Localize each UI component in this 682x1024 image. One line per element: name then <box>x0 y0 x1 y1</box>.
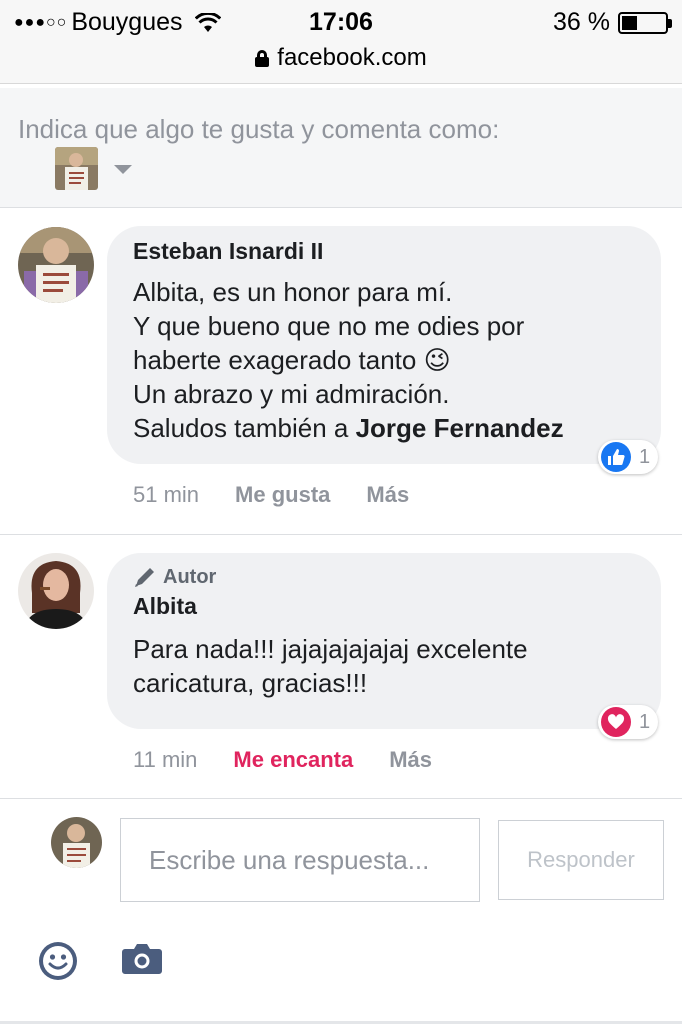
comment-line: Saludos también a Jorge Fernandez <box>133 413 564 443</box>
comment-body: Para nada!!! jajajajajajaj excelente car… <box>133 632 635 700</box>
chevron-down-icon[interactable] <box>114 165 132 174</box>
reaction-count[interactable]: 1 <box>598 705 659 739</box>
avatar[interactable] <box>18 553 94 629</box>
heart-icon <box>601 707 631 737</box>
comment-time[interactable]: 51 min <box>133 482 199 508</box>
author-badge-label: Autor <box>163 565 217 588</box>
like-as-header: Indica que algo te gusta y comenta como: <box>0 88 682 208</box>
reply-button[interactable]: Responder <box>498 820 664 900</box>
reaction-number: 1 <box>639 445 651 468</box>
status-bar: ●●●○○ Bouygues 17:06 36 % facebook.com <box>0 0 682 84</box>
comment-author[interactable]: Esteban Isnardi II <box>133 238 635 265</box>
comment-bubble: Autor Albita Para nada!!! jajajajajajaj … <box>107 553 661 729</box>
composer-avatar <box>51 817 102 868</box>
emoji-icon[interactable] <box>37 940 79 982</box>
battery-area: 36 % <box>553 8 672 37</box>
camera-icon[interactable] <box>122 942 162 974</box>
lock-icon <box>255 49 270 67</box>
comment-line: Para nada!!! jajajajajajaj excelente <box>133 634 528 664</box>
comment-body: Albita, es un honor para mí. Y que bueno… <box>133 275 635 445</box>
divider <box>0 534 682 535</box>
comment-author[interactable]: Albita <box>133 593 635 620</box>
avatar[interactable] <box>18 227 94 303</box>
comment-line: haberte exagerado tanto 😉 <box>133 345 451 375</box>
reaction-count[interactable]: 1 <box>598 440 659 474</box>
love-button[interactable]: Me encanta <box>233 747 353 773</box>
mention-link[interactable]: Jorge Fernandez <box>356 413 564 443</box>
url-bar[interactable]: facebook.com <box>0 44 682 72</box>
comment-line: Albita, es un honor para mí. <box>133 277 453 307</box>
current-user-avatar[interactable] <box>55 147 98 190</box>
more-button[interactable]: Más <box>389 747 432 773</box>
comment-bubble: Esteban Isnardi II Albita, es un honor p… <box>107 226 661 464</box>
like-button[interactable]: Me gusta <box>235 482 330 508</box>
like-as-text: Indica que algo te gusta y comenta como: <box>18 114 500 144</box>
pencil-icon <box>135 568 154 587</box>
comment-line: Y que bueno que no me odies por <box>133 311 525 341</box>
comment-actions: 51 min Me gusta Más <box>133 482 409 508</box>
divider <box>0 798 682 799</box>
more-button[interactable]: Más <box>366 482 409 508</box>
battery-icon <box>618 11 672 34</box>
comment-time[interactable]: 11 min <box>133 747 197 773</box>
like-icon <box>601 442 631 472</box>
wink-emoji: 😉 <box>423 345 451 375</box>
reply-input[interactable] <box>120 818 480 902</box>
url-domain: facebook.com <box>277 44 427 71</box>
comment-line: Un abrazo y mi admiración. <box>133 379 450 409</box>
comment-actions: 11 min Me encanta Más <box>133 747 432 773</box>
comment-line: caricatura, gracias!!! <box>133 668 368 698</box>
reaction-number: 1 <box>639 710 651 733</box>
battery-percent: 36 % <box>553 8 610 36</box>
author-badge: Autor <box>133 565 635 589</box>
